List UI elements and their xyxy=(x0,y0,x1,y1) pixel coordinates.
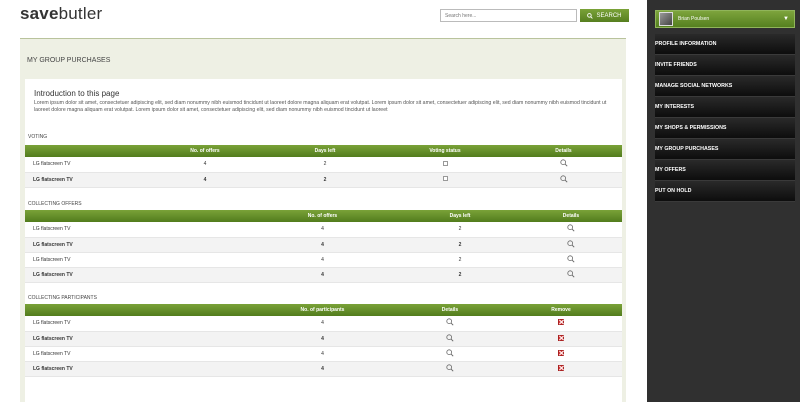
participants-count: 4 xyxy=(245,346,400,362)
column-header: Remove xyxy=(500,304,622,316)
table-row: LG flatscreen TV 4 2 xyxy=(25,252,622,268)
product-name: LG flatscreen TV xyxy=(25,267,245,283)
sidebar-item-my-interests[interactable]: MY INTERESTS xyxy=(655,97,795,118)
intro-text: Lorem ipsum dolor sit amet, consectetuer… xyxy=(34,100,607,113)
column-header xyxy=(25,304,245,316)
remove-icon[interactable] xyxy=(558,319,564,326)
table-row: LG flatscreen TV 4 2 xyxy=(25,157,622,173)
sidebar-item-profile-information[interactable]: PROFILE INFORMATION xyxy=(655,34,795,55)
sidebar-item-invite-friends[interactable]: INVITE FRIENDS xyxy=(655,55,795,76)
product-name: LG flatscreen TV xyxy=(25,252,245,268)
magnifier-icon[interactable] xyxy=(446,333,454,342)
collecting-participants-table: No. of participants Details Remove LG fl… xyxy=(25,304,622,377)
sidebar: Brian Poulsen ▼ PROFILE INFORMATION INVI… xyxy=(647,0,800,402)
table-row: LG flatscreen TV 4 xyxy=(25,316,622,332)
product-name: LG flatscreen TV xyxy=(25,361,245,377)
table-row: LG flatscreen TV 4 xyxy=(25,331,622,347)
collecting-offers-label: COLLECTING OFFERS xyxy=(28,201,82,207)
participants-count: 4 xyxy=(245,316,400,332)
search-icon xyxy=(587,12,594,19)
table-row: LG flatscreen TV 4 2 xyxy=(25,222,622,238)
voting-status-checkbox[interactable] xyxy=(442,176,448,181)
sidebar-item-manage-social-networks[interactable]: MANAGE SOCIAL NETWORKS xyxy=(655,76,795,97)
sidebar-item-my-shops-permissions[interactable]: MY SHOPS & PERMISSIONS xyxy=(655,118,795,139)
search-button[interactable]: SEARCH xyxy=(580,9,629,22)
product-name: LG flatscreen TV xyxy=(25,331,245,347)
days-left: 2 xyxy=(400,222,520,238)
avatar xyxy=(659,12,673,26)
magnifier-icon[interactable] xyxy=(446,363,454,372)
magnifier-icon[interactable] xyxy=(567,224,575,232)
column-header: Days left xyxy=(265,145,385,157)
sidebar-item-my-offers[interactable]: MY OFFERS xyxy=(655,160,795,181)
remove-icon[interactable] xyxy=(558,334,564,341)
days-left: 2 xyxy=(400,237,520,253)
column-header xyxy=(25,145,145,157)
product-name: LG flatscreen TV xyxy=(25,316,245,332)
offers-count: 4 xyxy=(145,157,265,173)
magnifier-icon[interactable] xyxy=(559,174,568,183)
days-left: 2 xyxy=(265,157,385,173)
column-header: No. of participants xyxy=(245,304,400,316)
product-name: LG flatscreen TV xyxy=(25,172,145,188)
days-left: 2 xyxy=(265,172,385,188)
column-header: Details xyxy=(505,145,622,157)
table-row: LG flatscreen TV 4 2 xyxy=(25,237,622,253)
sidebar-item-my-group-purchases[interactable]: MY GROUP PURCHASES xyxy=(655,139,795,160)
user-menu[interactable]: Brian Poulsen ▼ xyxy=(655,10,795,28)
days-left: 2 xyxy=(400,267,520,283)
column-header: Days left xyxy=(400,210,520,222)
search-bar: SEARCH xyxy=(440,9,629,22)
collecting-offers-table: No. of offers Days left Details LG flats… xyxy=(25,210,622,283)
logo[interactable]: savebutler xyxy=(20,4,102,24)
intro-heading: Introduction to this page xyxy=(34,89,120,98)
user-name: Brian Poulsen xyxy=(678,16,710,22)
product-name: LG flatscreen TV xyxy=(25,346,245,362)
voting-label: VOTING xyxy=(28,134,48,140)
collecting-participants-label: COLLECTING PARTICIPANTS xyxy=(28,295,97,301)
column-header: Details xyxy=(520,210,622,222)
sidebar-menu: PROFILE INFORMATION INVITE FRIENDS MANAG… xyxy=(655,34,795,202)
table-row: LG flatscreen TV 4 xyxy=(25,361,622,377)
product-name: LG flatscreen TV xyxy=(25,157,145,173)
table-row: LG flatscreen TV 4 2 xyxy=(25,267,622,283)
offers-count: 4 xyxy=(145,172,265,188)
remove-icon[interactable] xyxy=(558,349,564,356)
sidebar-item-put-on-hold[interactable]: PUT ON HOLD xyxy=(655,181,795,202)
column-header: Voting status xyxy=(385,145,505,157)
search-button-label: SEARCH xyxy=(596,12,622,19)
participants-count: 4 xyxy=(245,361,400,377)
chevron-down-icon: ▼ xyxy=(783,16,789,22)
offers-count: 4 xyxy=(245,252,400,268)
product-name: LG flatscreen TV xyxy=(25,222,245,238)
column-header: Details xyxy=(400,304,500,316)
voting-table: No. of offers Days left Voting status De… xyxy=(25,145,622,188)
offers-count: 4 xyxy=(245,267,400,283)
remove-icon[interactable] xyxy=(558,364,564,371)
table-row: LG flatscreen TV 4 xyxy=(25,346,622,362)
product-name: LG flatscreen TV xyxy=(25,237,245,253)
participants-count: 4 xyxy=(245,331,400,347)
offers-count: 4 xyxy=(245,237,400,253)
column-header: No. of offers xyxy=(145,145,265,157)
search-input[interactable] xyxy=(440,9,577,22)
page-title: MY GROUP PURCHASES xyxy=(27,57,111,64)
magnifier-icon[interactable] xyxy=(567,254,575,263)
magnifier-icon[interactable] xyxy=(446,318,454,326)
magnifier-icon[interactable] xyxy=(559,159,568,167)
column-header xyxy=(25,210,245,222)
days-left: 2 xyxy=(400,252,520,268)
offers-count: 4 xyxy=(245,222,400,238)
magnifier-icon[interactable] xyxy=(567,239,575,248)
table-row: LG flatscreen TV 4 2 xyxy=(25,172,622,188)
magnifier-icon[interactable] xyxy=(567,269,575,278)
content-area: Introduction to this page Lorem ipsum do… xyxy=(25,79,622,402)
voting-status-checkbox[interactable] xyxy=(442,160,448,166)
main-panel: MY GROUP PURCHASES Introduction to this … xyxy=(20,38,626,402)
column-header: No. of offers xyxy=(245,210,400,222)
magnifier-icon[interactable] xyxy=(446,348,454,357)
